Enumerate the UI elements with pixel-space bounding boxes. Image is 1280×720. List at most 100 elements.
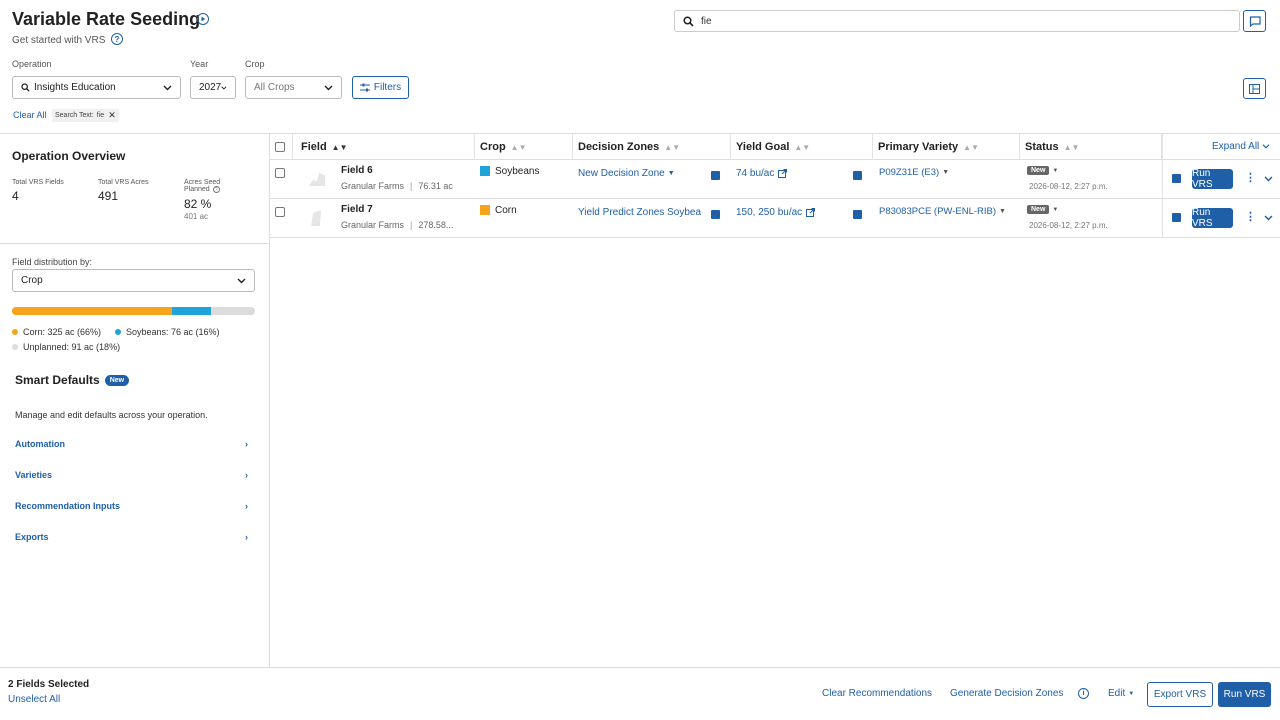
stat-sub: 401 ac [184, 212, 209, 221]
table-row[interactable]: Field 6 Granular Farms | 76.31 ac Soybeans… [270, 160, 1280, 199]
column-field[interactable]: Field ▲▼ [292, 134, 475, 160]
stat-value: 82 % [184, 197, 212, 211]
column-label: Status [1025, 141, 1059, 153]
field-acres: 278.58... [418, 220, 454, 230]
table-row[interactable]: Field 7 Granular Farms | 278.58... Corn Yi… [270, 199, 1280, 238]
map-icon[interactable] [853, 171, 862, 180]
sort-icon: ▲▼ [794, 142, 811, 152]
title-info-icon[interactable] [197, 13, 209, 25]
status-date: 2026-08-12, 2:27 p.m. [1029, 221, 1108, 230]
map-icon[interactable] [1172, 174, 1181, 183]
clear-all-link[interactable]: Clear All [13, 110, 47, 120]
expand-all-button[interactable]: Expand All [1212, 141, 1270, 152]
chevron-down-icon [237, 278, 246, 283]
sort-icon: ▲▼ [510, 142, 527, 152]
info-icon[interactable]: ? [212, 186, 220, 193]
column-primary-variety[interactable]: Primary Variety ▲▼ [873, 134, 1020, 160]
unselect-all-link[interactable]: Unselect All [8, 694, 60, 705]
farm-name: Granular Farms [341, 181, 405, 191]
legend-dot-soybeans [115, 329, 121, 335]
clear-recommendations-button[interactable]: Clear Recommendations [822, 688, 932, 699]
map-icon[interactable] [853, 210, 862, 219]
decision-zone-select[interactable]: Yield Predict Zones Soybea [578, 207, 703, 218]
chevron-right-icon: › [245, 439, 248, 449]
stat-label: Total VRS Acres [98, 179, 149, 186]
status-badge[interactable]: New ▼ [1027, 205, 1058, 214]
field-name[interactable]: Field 6 [341, 165, 373, 176]
legend-soybeans-label: Soybeans: 76 ac (16%) [126, 327, 220, 337]
variety-select[interactable]: P09Z31E (E3) ▼ [879, 167, 949, 178]
year-select[interactable]: 2027 [190, 76, 236, 99]
column-label: Field [301, 141, 327, 153]
row-checkbox[interactable] [275, 168, 285, 178]
column-decision-zones[interactable]: Decision Zones ▲▼ [573, 134, 731, 160]
item-label: Exports [15, 532, 49, 542]
row-checkbox[interactable] [275, 207, 285, 217]
column-label: Primary Variety [878, 141, 959, 153]
distribution-value: Crop [21, 275, 43, 286]
more-options-icon[interactable]: ⋮ [1245, 171, 1256, 184]
smart-defaults-item-exports[interactable]: Exports › [15, 532, 248, 542]
decision-zone-select[interactable]: New Decision Zone ▼ [578, 168, 675, 179]
variety-select[interactable]: P83083PCE (PW-ENL-RIB) ▼ [879, 206, 1006, 217]
chevron-down-icon[interactable] [1264, 176, 1273, 182]
decision-zone-label: Yield Predict Zones Soybea [578, 207, 702, 218]
chevron-down-icon[interactable] [1264, 215, 1273, 221]
info-icon[interactable]: i [1078, 688, 1089, 699]
chevron-down-icon [163, 85, 172, 90]
map-icon[interactable] [1172, 213, 1181, 222]
operation-label: Operation [12, 59, 52, 69]
more-options-icon[interactable]: ⋮ [1245, 210, 1256, 223]
distribution-bar [12, 307, 255, 315]
legend-dot-unplanned [12, 344, 18, 350]
map-icon[interactable] [711, 171, 720, 180]
run-vrs-button[interactable]: Run VRS [1192, 168, 1233, 190]
variety-label: P83083PCE (PW-ENL-RIB) [879, 206, 997, 217]
chip-close-icon[interactable]: ✕ [108, 110, 116, 121]
filters-button[interactable]: Filters [352, 76, 409, 99]
generate-decision-zones-button[interactable]: Generate Decision Zones [950, 688, 1063, 699]
run-vrs-footer-button[interactable]: Run VRS [1218, 682, 1271, 707]
chevron-right-icon: › [245, 532, 248, 542]
edit-menu-button[interactable]: Edit ▼ [1108, 688, 1134, 699]
yield-goal-link[interactable]: 74 bu/ac [736, 168, 788, 179]
stat-label: Total VRS Fields [12, 179, 64, 186]
field-name[interactable]: Field 7 [341, 204, 373, 215]
smart-defaults-item-automation[interactable]: Automation › [15, 439, 248, 449]
feedback-button[interactable] [1243, 10, 1266, 32]
crop-name: Corn [495, 205, 517, 216]
field-meta: Granular Farms | 278.58... [341, 220, 454, 230]
run-vrs-button[interactable]: Run VRS [1192, 207, 1233, 229]
yield-goal-link[interactable]: 150, 250 bu/ac [736, 207, 816, 218]
chip-value: fie [96, 112, 105, 119]
column-crop[interactable]: Crop ▲▼ [475, 134, 573, 160]
export-vrs-button[interactable]: Export VRS [1147, 682, 1213, 707]
crop-select[interactable]: All Crops [245, 76, 342, 99]
map-icon[interactable] [711, 210, 720, 219]
crop-value: All Crops [254, 82, 295, 93]
chevron-down-icon [324, 85, 333, 90]
select-all-checkbox[interactable] [275, 142, 285, 152]
column-yield-goal[interactable]: Yield Goal ▲▼ [731, 134, 873, 160]
variety-label: P09Z31E (E3) [879, 167, 940, 178]
get-started-link[interactable]: Get started with VRS [12, 35, 105, 46]
status-date: 2026-08-12, 2:27 p.m. [1029, 182, 1108, 191]
column-status[interactable]: Status ▲▼ [1020, 134, 1162, 160]
yield-goal-value: 74 bu/ac [736, 168, 775, 179]
filters-button-label: Filters [373, 82, 402, 93]
field-thumbnail [307, 207, 327, 230]
layout-toggle-button[interactable] [1243, 78, 1266, 99]
help-icon[interactable]: ? [111, 33, 123, 45]
stat-value: 4 [12, 189, 19, 203]
search-text-chip: Search Text: fie ✕ [52, 109, 119, 122]
stat-value: 491 [98, 189, 119, 203]
legend-soybeans: Soybeans: 76 ac (16%) [115, 327, 220, 337]
distribution-bar-unplanned [211, 307, 255, 315]
operation-select[interactable]: Insights Education [12, 76, 181, 99]
smart-defaults-item-varieties[interactable]: Varieties › [15, 470, 248, 480]
search-input[interactable]: fie [674, 10, 1240, 32]
smart-defaults-item-recommendation-inputs[interactable]: Recommendation Inputs › [15, 501, 248, 511]
chip-label: Search Text: [55, 112, 94, 119]
status-badge[interactable]: New ▼ [1027, 166, 1058, 175]
distribution-select[interactable]: Crop [12, 269, 255, 292]
